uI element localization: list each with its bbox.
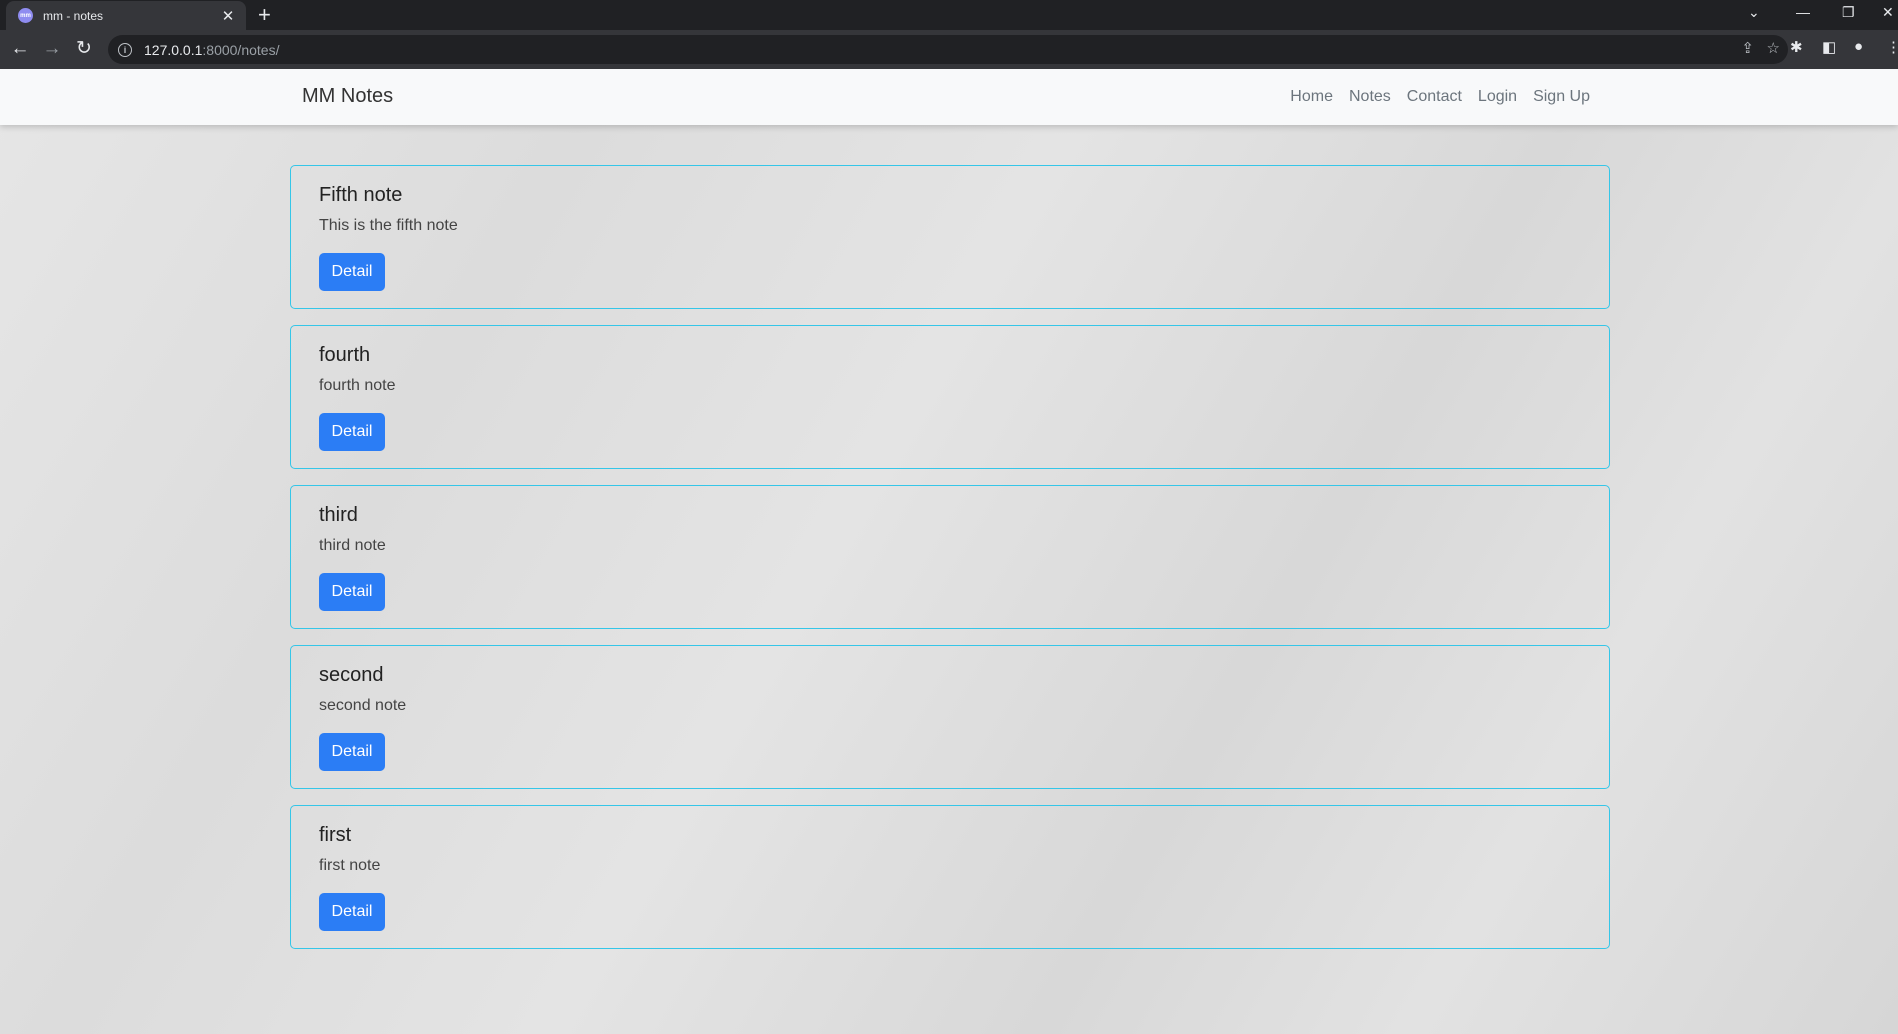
back-icon[interactable]: ← [8, 37, 32, 61]
note-text: first note [319, 857, 381, 874]
note-title: Fifth note [319, 184, 403, 206]
note-card: Fifth note This is the fifth note Detail [290, 165, 1610, 309]
nav-contact[interactable]: Contact [1407, 88, 1462, 106]
tab-title: mm - notes [43, 8, 104, 23]
site-brand[interactable]: MM Notes [302, 85, 393, 108]
note-card: first first note Detail [290, 805, 1610, 949]
detail-button[interactable]: Detail [319, 413, 385, 451]
note-text: third note [319, 537, 386, 554]
url-host: 127.0.0.1 [144, 41, 203, 58]
favicon-icon: mm [18, 8, 33, 23]
nav-notes[interactable]: Notes [1349, 88, 1391, 106]
note-title: third [319, 504, 358, 526]
side-panel-icon[interactable]: ◧ [1822, 38, 1836, 56]
nav-login[interactable]: Login [1478, 88, 1517, 106]
browser-tab[interactable]: mm mm - notes ✕ [6, 1, 246, 30]
share-icon[interactable]: ⇪ [1741, 39, 1754, 57]
menu-icon[interactable]: ⋮ [1886, 38, 1898, 56]
new-tab-icon[interactable]: + [258, 3, 271, 27]
restore-icon[interactable]: ❐ [1842, 4, 1855, 21]
detail-button[interactable]: Detail [319, 733, 385, 771]
site-navbar: MM Notes Home Notes Contact Login Sign U… [0, 69, 1898, 125]
bookmark-star-icon[interactable]: ☆ [1767, 39, 1780, 57]
browser-toolbar: ← → ↻ i 127.0.0.1:8000/notes/ ⇪ ☆ ✱ ◧ ● … [0, 30, 1898, 69]
address-bar[interactable]: i 127.0.0.1:8000/notes/ ⇪ ☆ [108, 35, 1788, 64]
note-text: second note [319, 697, 407, 714]
url-path: :8000/notes/ [202, 41, 280, 58]
page-viewport: MM Notes Home Notes Contact Login Sign U… [0, 69, 1898, 1034]
nav-sign-up[interactable]: Sign Up [1533, 88, 1590, 106]
nav-home[interactable]: Home [1290, 88, 1333, 106]
site-info-icon[interactable]: i [118, 42, 132, 57]
note-card: fourth fourth note Detail [290, 325, 1610, 469]
note-text: fourth note [319, 377, 396, 394]
note-title: first [319, 824, 352, 846]
extensions-icon[interactable]: ✱ [1790, 38, 1803, 56]
browser-tab-bar: mm mm - notes ✕ + ⌄ — ❐ ✕ [0, 0, 1898, 30]
notes-list: Fifth note This is the fifth note Detail… [290, 165, 1610, 965]
note-card: third third note Detail [290, 485, 1610, 629]
note-card: second second note Detail [290, 645, 1610, 789]
nav-links: Home Notes Contact Login Sign Up [1290, 88, 1590, 106]
note-title: fourth [319, 344, 371, 366]
forward-icon[interactable]: → [40, 37, 64, 61]
detail-button[interactable]: Detail [319, 573, 385, 611]
tab-search-icon[interactable]: ⌄ [1748, 4, 1760, 21]
url-text: 127.0.0.1:8000/notes/ [144, 42, 279, 58]
reload-icon[interactable]: ↻ [72, 37, 96, 61]
minimize-icon[interactable]: — [1796, 4, 1810, 20]
detail-button[interactable]: Detail [319, 253, 385, 291]
close-window-icon[interactable]: ✕ [1882, 4, 1894, 21]
note-title: second [319, 664, 384, 686]
note-text: This is the fifth note [319, 217, 458, 234]
profile-icon[interactable]: ● [1854, 38, 1863, 55]
detail-button[interactable]: Detail [319, 893, 385, 931]
close-tab-icon[interactable]: ✕ [220, 7, 236, 25]
